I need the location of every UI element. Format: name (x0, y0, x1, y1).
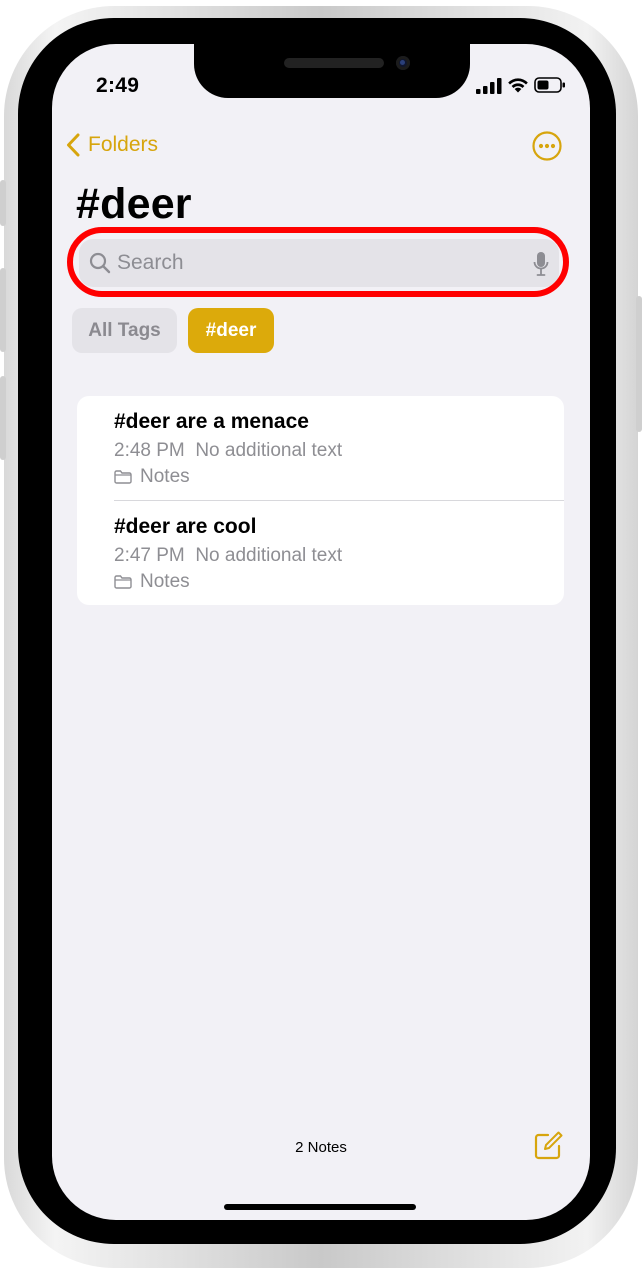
tag-all-tags[interactable]: All Tags (72, 308, 177, 353)
home-indicator[interactable] (224, 1204, 416, 1210)
note-time: 2:47 PM (114, 545, 185, 566)
note-folder-label: Notes (140, 571, 190, 592)
note-folder: Notes (114, 571, 190, 593)
ellipsis-circle-icon (532, 131, 562, 161)
notes-list: #deer are a menace 2:48 PM No additional… (77, 396, 564, 605)
compose-icon (534, 1131, 563, 1160)
power-button (636, 296, 642, 432)
volume-down-button (0, 376, 6, 460)
more-options-button[interactable] (531, 130, 563, 162)
note-time: 2:48 PM (114, 440, 185, 461)
note-meta: 2:48 PM No additional text (114, 440, 342, 462)
note-preview: No additional text (195, 440, 343, 461)
screen: 2:49 Folders #deer Search All Tags #deer… (52, 44, 590, 1220)
front-camera (396, 56, 410, 70)
mute-switch (0, 180, 6, 226)
search-highlight-annotation (67, 227, 569, 297)
note-folder: Notes (114, 466, 190, 488)
battery-icon (534, 77, 565, 93)
compose-button[interactable] (532, 1130, 564, 1162)
note-folder-label: Notes (140, 466, 190, 487)
volume-up-button (0, 268, 6, 352)
note-preview: No additional text (195, 545, 343, 566)
status-icons (476, 76, 566, 96)
note-meta: 2:47 PM No additional text (114, 545, 342, 567)
cellular-signal-icon (476, 78, 502, 94)
note-title: #deer are cool (114, 515, 257, 538)
back-button-label: Folders (88, 133, 159, 156)
page-title: #deer (76, 180, 192, 228)
notes-count: 2 Notes (295, 1139, 347, 1156)
note-row[interactable]: #deer are a menace 2:48 PM No additional… (77, 396, 564, 500)
folder-icon (114, 470, 132, 484)
note-row[interactable]: #deer are cool 2:47 PM No additional tex… (77, 501, 564, 605)
earpiece-speaker (284, 58, 384, 68)
note-title: #deer are a menace (114, 410, 309, 433)
back-button[interactable]: Folders (66, 130, 158, 160)
folder-icon (114, 575, 132, 589)
notch (194, 44, 470, 98)
wifi-icon (508, 78, 528, 93)
tag-deer[interactable]: #deer (188, 308, 274, 353)
chevron-left-icon (67, 133, 80, 157)
status-time: 2:49 (96, 74, 140, 97)
